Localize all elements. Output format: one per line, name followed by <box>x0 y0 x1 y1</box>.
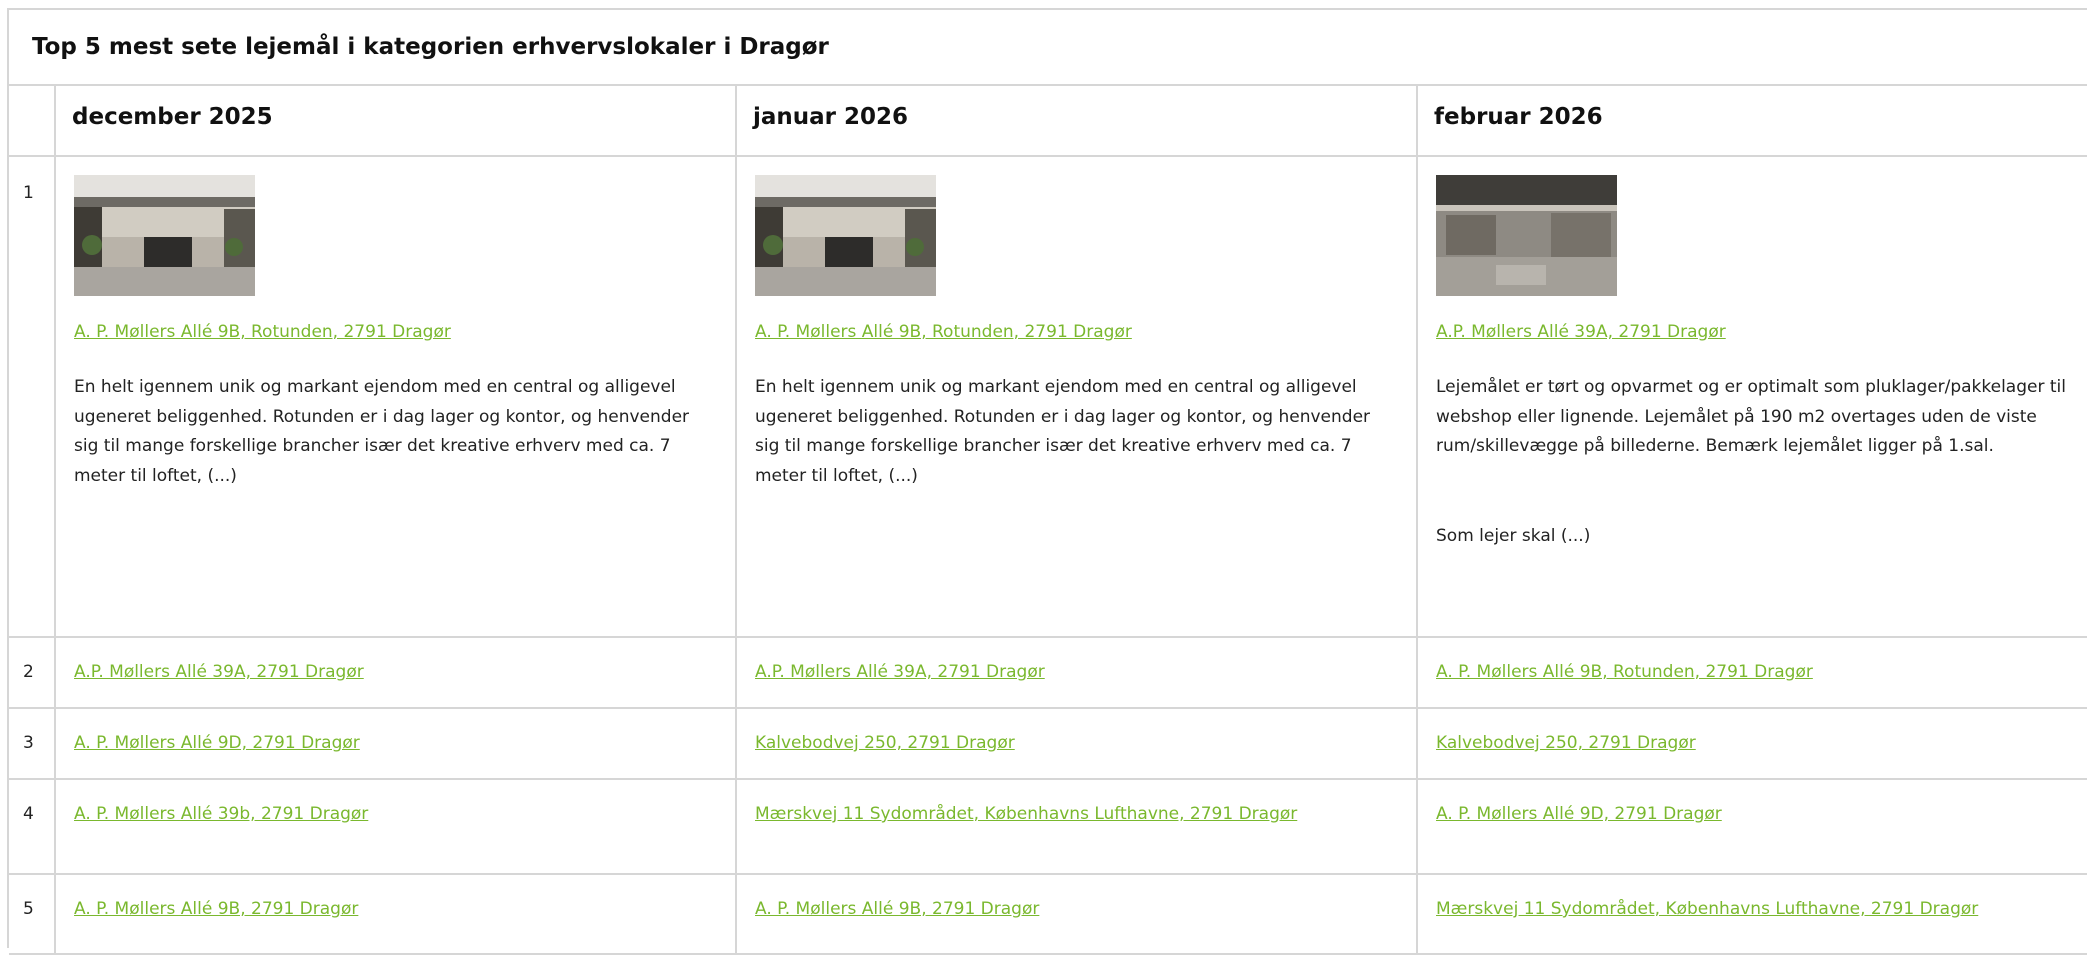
listing-cell: A. P. Møllers Allé 9B, 2791 Dragør <box>54 873 737 955</box>
listing-address-link[interactable]: Kalvebodvej 250, 2791 Dragør <box>1436 733 1696 753</box>
listing-address-link[interactable]: A. P. Møllers Allé 9B, 2791 Dragør <box>74 899 358 919</box>
listing-address-link[interactable]: A. P. Møllers Allé 9B, 2791 Dragør <box>755 899 1039 919</box>
listing-description: En helt igennem unik og markant ejendom … <box>74 377 690 486</box>
listing-address-link[interactable]: A.P. Møllers Allé 39A, 2791 Dragør <box>74 662 364 682</box>
listing-photo[interactable] <box>1436 175 1617 296</box>
listing-photo[interactable] <box>74 175 255 296</box>
listing-address-link[interactable]: A. P. Møllers Allé 9D, 2791 Dragør <box>1436 804 1722 824</box>
listing-cell: A. P. Møllers Allé 9D, 2791 Dragør <box>1416 778 2087 875</box>
listing-cell: Kalvebodvej 250, 2791 Dragør <box>735 707 1418 780</box>
listing-cell: A. P. Møllers Allé 9B, 2791 Dragør <box>735 873 1418 955</box>
listing-address-link[interactable]: A. P. Møllers Allé 9B, Rotunden, 2791 Dr… <box>74 322 451 342</box>
rank-header <box>9 86 56 157</box>
listing-cell: Mærskvej 11 Sydområdet, Københavns Lufth… <box>735 778 1418 875</box>
rank-number: 1 <box>9 155 56 638</box>
listing-cell: Kalvebodvej 250, 2791 Dragør <box>1416 707 2087 780</box>
listing-cell: Mærskvej 11 Sydområdet, Københavns Lufth… <box>1416 873 2087 955</box>
table-row: 5 A. P. Møllers Allé 9B, 2791 Dragør A. … <box>9 873 2087 955</box>
listing-address-link[interactable]: A. P. Møllers Allé 39b, 2791 Dragør <box>74 804 368 824</box>
listing-description: Lejemålet er tørt og opvarmet og er opti… <box>1436 377 2066 456</box>
month-header-december: december 2025 <box>54 86 737 157</box>
listing-address-link[interactable]: A. P. Møllers Allé 9B, Rotunden, 2791 Dr… <box>755 322 1132 342</box>
listing-cell: A.P. Møllers Allé 39A, 2791 Dragør <box>735 636 1418 709</box>
listing-photo[interactable] <box>755 175 936 296</box>
listing-description-continued: Som lejer skal (...) <box>1436 525 1591 546</box>
month-header-januar: januar 2026 <box>735 86 1418 157</box>
month-header-februar: februar 2026 <box>1416 86 2087 157</box>
listing-address-link[interactable]: Mærskvej 11 Sydområdet, Københavns Lufth… <box>1436 899 1978 919</box>
table-row: 4 A. P. Møllers Allé 39b, 2791 Dragør Mæ… <box>9 778 2087 875</box>
listing-cell: A. P. Møllers Allé 39b, 2791 Dragør <box>54 778 737 875</box>
listing-cell: A.P. Møllers Allé 39A, 2791 Dragør Lejem… <box>1416 155 2087 638</box>
listing-address-link[interactable]: A.P. Møllers Allé 39A, 2791 Dragør <box>1436 322 1726 342</box>
rank-number: 2 <box>9 636 56 709</box>
listing-address-link[interactable]: Kalvebodvej 250, 2791 Dragør <box>755 733 1015 753</box>
rank-number: 4 <box>9 778 56 875</box>
listing-address-link[interactable]: A. P. Møllers Allé 9D, 2791 Dragør <box>74 733 360 753</box>
listing-cell: A. P. Møllers Allé 9B, Rotunden, 2791 Dr… <box>1416 636 2087 709</box>
table-row: 2 A.P. Møllers Allé 39A, 2791 Dragør A.P… <box>9 636 2087 709</box>
listing-address-link[interactable]: A.P. Møllers Allé 39A, 2791 Dragør <box>755 662 1045 682</box>
header-row: december 2025 januar 2026 februar 2026 <box>9 86 2087 157</box>
rank-number: 5 <box>9 873 56 955</box>
listing-cell: A. P. Møllers Allé 9D, 2791 Dragør <box>54 707 737 780</box>
panel-header: Top 5 mest sete lejemål i kategorien erh… <box>9 10 2087 86</box>
listing-cell: A. P. Møllers Allé 9B, Rotunden, 2791 Dr… <box>735 155 1418 638</box>
listing-description: En helt igennem unik og markant ejendom … <box>755 377 1371 486</box>
listing-cell: A.P. Møllers Allé 39A, 2791 Dragør <box>54 636 737 709</box>
top5-table: december 2025 januar 2026 februar 2026 1 <box>9 86 2087 955</box>
rank-number: 3 <box>9 707 56 780</box>
listing-address-link[interactable]: Mærskvej 11 Sydområdet, Københavns Lufth… <box>755 804 1297 824</box>
top5-panel: Top 5 mest sete lejemål i kategorien erh… <box>7 8 2087 955</box>
panel-title: Top 5 mest sete lejemål i kategorien erh… <box>32 34 829 60</box>
table-row: 3 A. P. Møllers Allé 9D, 2791 Dragør Kal… <box>9 707 2087 780</box>
listing-cell: A. P. Møllers Allé 9B, Rotunden, 2791 Dr… <box>54 155 737 638</box>
table-row: 1 A. P. Møllers Allé 9B, Rotunden, 2791 … <box>9 155 2087 638</box>
listing-address-link[interactable]: A. P. Møllers Allé 9B, Rotunden, 2791 Dr… <box>1436 662 1813 682</box>
